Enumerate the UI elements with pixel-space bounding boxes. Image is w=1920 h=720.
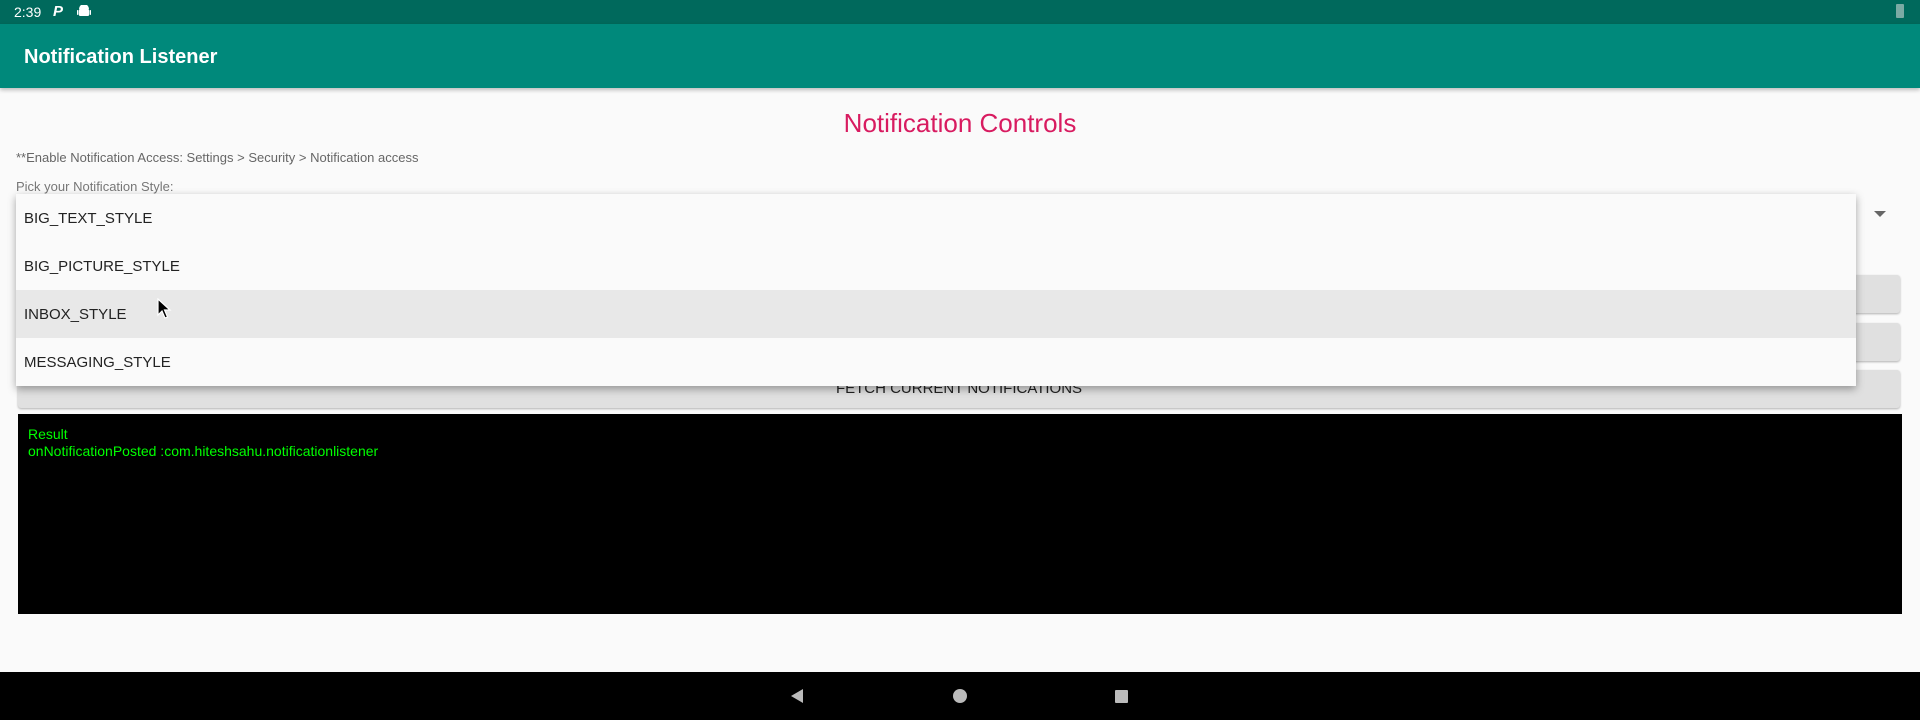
result-text: onNotificationPosted :com.hiteshsahu.not… xyxy=(28,443,379,459)
dropdown-item-big-picture[interactable]: BIG_PICTURE_STYLE xyxy=(16,242,1856,290)
status-time: 2:39 xyxy=(14,4,42,20)
dropdown-item-inbox[interactable]: INBOX_STYLE xyxy=(16,290,1856,338)
dropdown-item-big-text[interactable]: BIG_TEXT_STYLE xyxy=(16,194,1856,242)
result-title: Result xyxy=(28,426,68,442)
dropdown-item-label: BIG_TEXT_STYLE xyxy=(24,210,153,227)
home-icon[interactable] xyxy=(953,689,967,703)
app-title: Notification Listener xyxy=(24,46,218,68)
dropdown-item-label: BIG_PICTURE_STYLE xyxy=(24,258,180,275)
recents-icon[interactable] xyxy=(1115,690,1128,703)
dropdown-item-label: MESSAGING_STYLE xyxy=(24,354,171,371)
p-app-icon: P xyxy=(53,3,64,20)
chevron-down-icon[interactable] xyxy=(1874,211,1886,217)
back-icon[interactable] xyxy=(790,688,804,704)
battery-icon xyxy=(1896,4,1904,18)
access-hint: **Enable Notification Access: Settings >… xyxy=(16,150,419,165)
android-icon xyxy=(77,5,91,16)
result-panel: Result onNotificationPosted :com.hiteshs… xyxy=(18,414,1902,614)
status-bar: 2:39 P xyxy=(0,0,1920,24)
dropdown-item-messaging[interactable]: MESSAGING_STYLE xyxy=(16,338,1856,386)
style-label: Pick your Notification Style: xyxy=(16,179,174,194)
navigation-bar xyxy=(0,672,1920,720)
mouse-cursor-icon xyxy=(157,298,172,319)
app-bar: Notification Listener xyxy=(0,24,1920,88)
page-heading: Notification Controls xyxy=(843,108,1077,138)
style-dropdown[interactable]: BIG_TEXT_STYLE BIG_PICTURE_STYLE INBOX_S… xyxy=(16,194,1856,386)
dropdown-item-label: INBOX_STYLE xyxy=(24,306,127,323)
